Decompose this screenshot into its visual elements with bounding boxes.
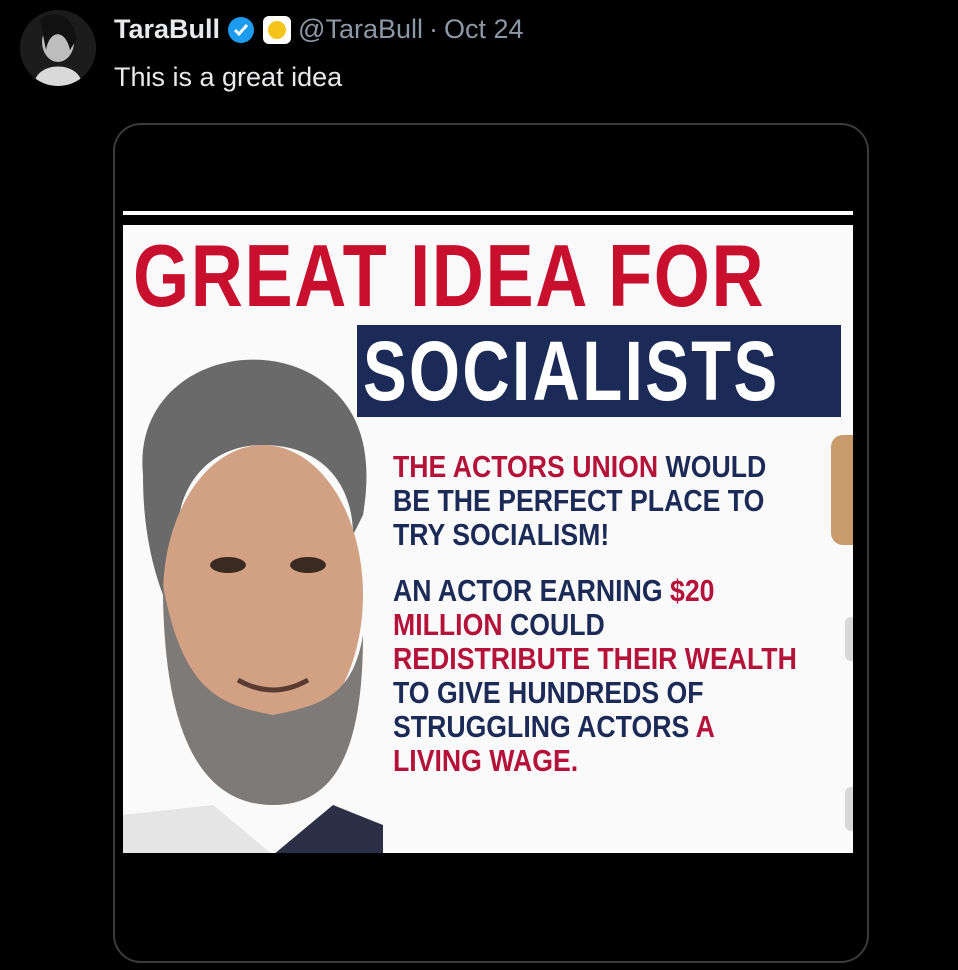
carousel-control[interactable] — [845, 617, 853, 661]
meme-banner: SOCIALISTS — [357, 324, 841, 418]
carousel-control[interactable] — [845, 787, 853, 831]
affiliate-badge-icon[interactable] — [262, 15, 292, 45]
tweet-text: This is a great idea — [114, 62, 343, 92]
meme-text: COULD — [502, 607, 605, 642]
meme-image: GREAT IDEA FOR SOCIALISTS THE ACTORS UNI… — [123, 225, 853, 853]
meme-body-text: THE ACTORS UNION WOULD BE THE PERFECT PL… — [393, 450, 797, 778]
display-name[interactable]: TaraBull — [114, 14, 220, 45]
verified-badge-icon — [226, 15, 256, 45]
meme-banner-text: SOCIALISTS — [363, 324, 780, 418]
meme-highlight: REDISTRIBUTE THEIR WEALTH — [393, 641, 797, 676]
side-thumbnail — [831, 435, 853, 545]
meme-text: TO GIVE HUNDREDS OF STRUGGLING ACTORS — [393, 675, 704, 744]
man-portrait — [123, 359, 383, 853]
user-handle[interactable]: @TaraBull — [298, 14, 423, 45]
meme-text: AN ACTOR EARNING — [393, 573, 670, 608]
divider — [123, 211, 853, 215]
separator: · — [429, 14, 438, 44]
meme-paragraph-2: AN ACTOR EARNING $20 MILLION COULD REDIS… — [393, 574, 797, 778]
tweet-media[interactable]: GREAT IDEA FOR SOCIALISTS THE ACTORS UNI… — [113, 123, 869, 963]
meme-paragraph-1: THE ACTORS UNION WOULD BE THE PERFECT PL… — [393, 450, 797, 552]
meme-headline: GREAT IDEA FOR — [133, 226, 766, 325]
tweet-date[interactable]: Oct 24 — [444, 14, 524, 45]
meme-highlight: THE ACTORS UNION — [393, 449, 659, 484]
tweet-header: TaraBull @TaraBull · Oct 24 — [114, 14, 524, 45]
avatar[interactable] — [20, 10, 96, 86]
